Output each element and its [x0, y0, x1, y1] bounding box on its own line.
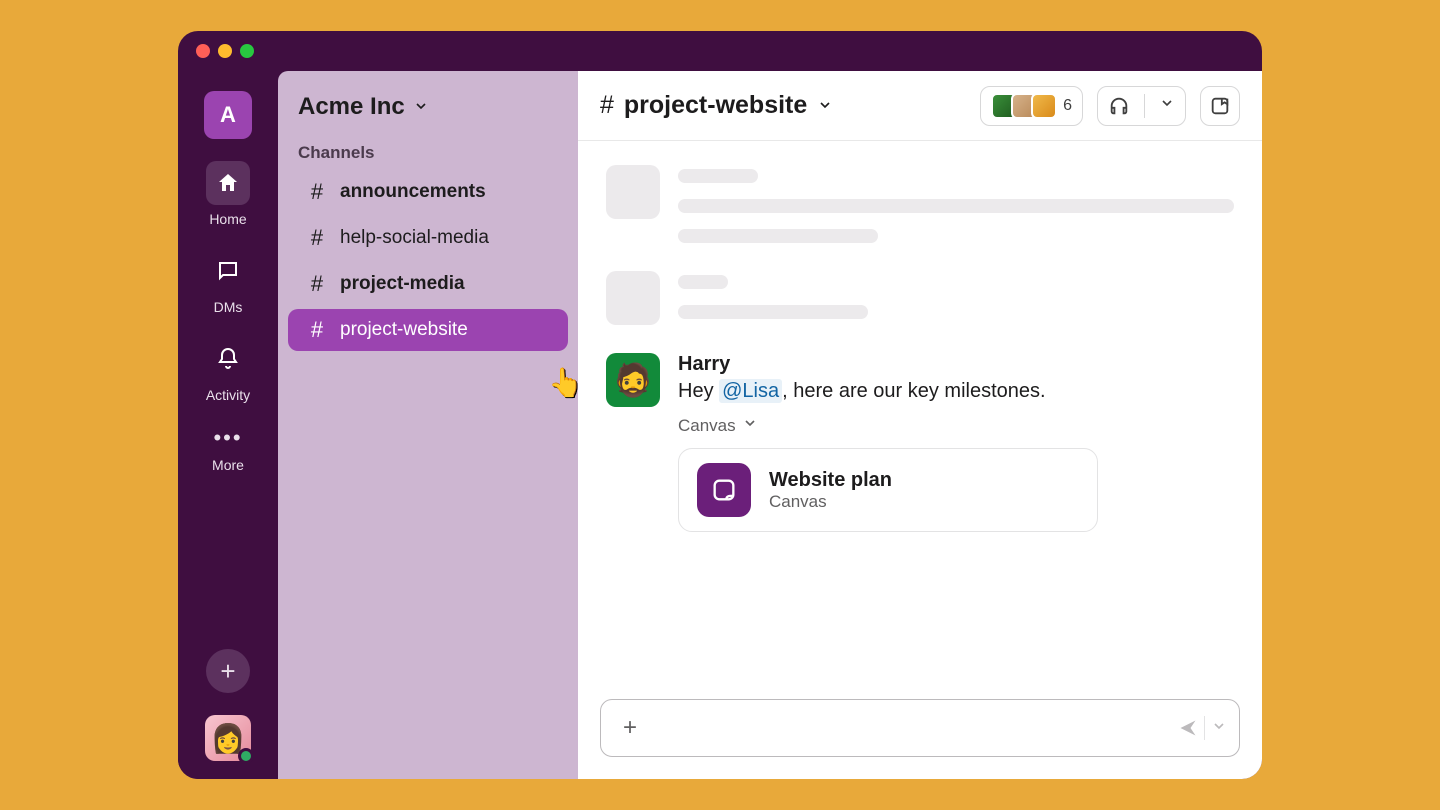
nav-dms-label: DMs: [214, 299, 243, 315]
huddle-button[interactable]: [1097, 86, 1186, 126]
maximize-window-icon[interactable]: [240, 44, 254, 58]
workspace-initial: A: [220, 102, 236, 128]
channel-project-website[interactable]: # project-website: [288, 309, 568, 351]
headphones-icon: [1108, 95, 1130, 117]
hash-icon: #: [308, 271, 326, 297]
attachment-type-menu[interactable]: Canvas: [678, 415, 1234, 436]
chevron-down-icon: [413, 93, 429, 121]
nav-dms[interactable]: DMs: [206, 249, 250, 315]
nav-more[interactable]: ••• More: [212, 425, 244, 473]
channel-title-button[interactable]: # project-website: [600, 91, 833, 120]
workspace-name: Acme Inc: [298, 93, 405, 121]
nav-rail: A Home DMs Activity •: [178, 71, 278, 779]
channel-project-media[interactable]: # project-media: [288, 263, 568, 305]
channel-help-social-media[interactable]: # help-social-media: [288, 217, 568, 259]
message-placeholder: [606, 165, 1234, 243]
minimize-window-icon[interactable]: [218, 44, 232, 58]
app-body: A Home DMs Activity •: [178, 71, 1262, 779]
message-text: Hey @Lisa, here are our key milestones.: [678, 380, 1234, 403]
nav-more-label: More: [212, 457, 244, 473]
message-avatar[interactable]: 🧔: [606, 353, 660, 407]
channel-sidebar: Acme Inc Channels # announcements # help…: [278, 71, 578, 779]
user-avatar[interactable]: 👩: [205, 715, 251, 761]
channel-announcements[interactable]: # announcements: [288, 171, 568, 213]
nav-home-label: Home: [209, 211, 246, 227]
main-pane: # project-website 6: [578, 71, 1262, 779]
canvas-attachment[interactable]: Website plan Canvas: [678, 448, 1098, 532]
member-avatar-icon: [1031, 93, 1057, 119]
nav-activity-label: Activity: [206, 387, 250, 403]
titlebar: [178, 31, 1262, 71]
channel-title-text: project-website: [624, 91, 807, 120]
canvas-file-icon: [697, 463, 751, 517]
channel-header: # project-website 6: [578, 71, 1262, 141]
presence-indicator-icon: [238, 748, 254, 764]
bell-icon: [206, 337, 250, 381]
channel-name: help-social-media: [340, 227, 489, 249]
member-avatars: [991, 93, 1057, 119]
nav-activity[interactable]: Activity: [206, 337, 250, 403]
workspace-menu[interactable]: Acme Inc: [278, 85, 578, 137]
channels-section-label: Channels: [278, 137, 578, 169]
channel-name: project-media: [340, 273, 465, 295]
avatar-face-icon: 🧔: [613, 361, 653, 399]
caret-down-icon: [742, 415, 758, 436]
message-author[interactable]: Harry: [678, 353, 1234, 376]
canvas-icon: [1209, 95, 1231, 117]
send-button[interactable]: [1178, 716, 1227, 740]
message-item: 🧔 Harry Hey @Lisa, here are our key mile…: [606, 353, 1234, 532]
attachment-subtitle: Canvas: [769, 492, 892, 512]
close-window-icon[interactable]: [196, 44, 210, 58]
hash-icon: #: [308, 317, 326, 343]
hash-icon: #: [600, 91, 614, 120]
chevron-down-icon: [817, 91, 833, 120]
dms-icon: [206, 249, 250, 293]
compose-button[interactable]: +: [206, 649, 250, 693]
user-mention[interactable]: @Lisa: [719, 379, 782, 403]
message-list: 🧔 Harry Hey @Lisa, here are our key mile…: [578, 141, 1262, 689]
app-window: A Home DMs Activity •: [178, 31, 1262, 779]
workspace-switcher[interactable]: A: [204, 91, 252, 139]
chevron-down-icon: [1211, 718, 1227, 739]
composer-attach-button[interactable]: +: [613, 711, 647, 745]
channel-name: announcements: [340, 181, 486, 203]
attachment-title: Website plan: [769, 469, 892, 492]
home-icon: [206, 161, 250, 205]
nav-home[interactable]: Home: [206, 161, 250, 227]
hash-icon: #: [308, 179, 326, 205]
message-composer[interactable]: +: [600, 699, 1240, 757]
canvas-button[interactable]: [1200, 86, 1240, 126]
channel-members-button[interactable]: 6: [980, 86, 1083, 126]
message-placeholder: [606, 271, 1234, 325]
chevron-down-icon: [1159, 95, 1175, 116]
send-icon: [1178, 718, 1198, 738]
ellipsis-icon: •••: [213, 425, 242, 451]
hash-icon: #: [308, 225, 326, 251]
member-count: 6: [1063, 97, 1072, 115]
channel-name: project-website: [340, 319, 468, 341]
